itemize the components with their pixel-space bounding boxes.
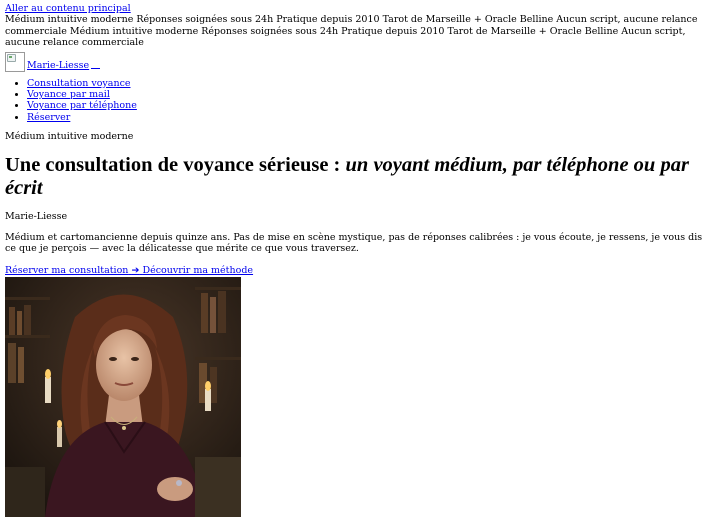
portrait-photo [5, 277, 241, 517]
brand: Marie-Liesse [5, 50, 715, 72]
main-nav: Consultation voyance Voyance par mail Vo… [5, 78, 715, 124]
main-content: Médium intuitive moderne Une consultatio… [5, 131, 715, 517]
hero-author: Marie-Liesse [5, 210, 68, 222]
ticker-banner: Médium intuitive moderne Réponses soigné… [5, 14, 698, 49]
hero-eyebrow: Médium intuitive moderne [5, 131, 134, 143]
hero-title: Une consultation de voyance sérieuse : u… [5, 154, 715, 201]
brand-underline [91, 67, 101, 69]
nav-link-telephone[interactable]: Voyance par téléphone [27, 100, 137, 111]
page: Aller au contenu principal Médium intuit… [0, 0, 720, 517]
portrait-illustration [5, 277, 241, 517]
skip-link[interactable]: Aller au contenu principal [5, 3, 131, 14]
hero-title-main: Une consultation de voyance sérieuse : [5, 153, 346, 176]
nav-link-reserver[interactable]: Réserver [27, 112, 70, 123]
nav-item: Voyance par mail [27, 89, 715, 100]
nav-link-consultation[interactable]: Consultation voyance [27, 78, 131, 89]
nav-item: Réserver [27, 112, 715, 123]
nav-item: Consultation voyance [27, 78, 715, 89]
method-link-label: Découvrir ma méthode [142, 264, 254, 276]
nav-link-mail[interactable]: Voyance par mail [27, 89, 110, 100]
brand-name: Marie-Liesse [27, 60, 90, 72]
hero-lead: Médium et cartomancienne depuis quinze a… [5, 232, 703, 255]
hero-ctas: Réserver ma consultation ➔ Découvrir ma … [5, 265, 715, 276]
arrow-right-icon: ➔ [131, 264, 140, 276]
reserve-button-label: Réserver ma consultation [5, 264, 129, 276]
reserve-button[interactable]: Réserver ma consultation ➔ Découvrir ma … [5, 265, 253, 276]
broken-image-icon [5, 51, 25, 72]
brand-link[interactable]: Marie-Liesse [27, 60, 101, 72]
nav-item: Voyance par téléphone [27, 100, 715, 111]
